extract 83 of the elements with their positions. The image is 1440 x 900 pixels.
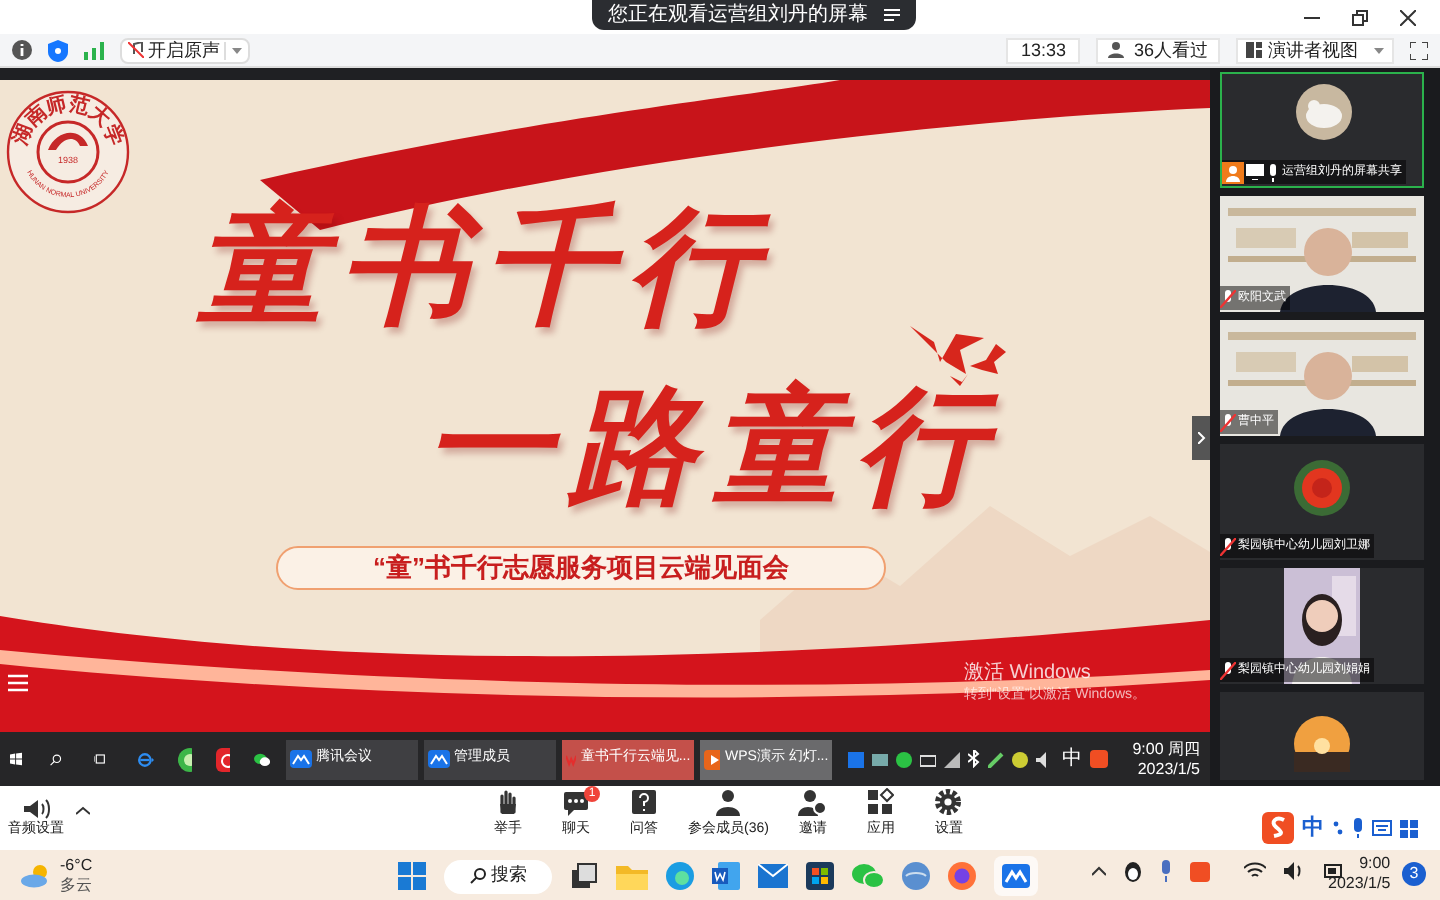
meeting-tray-icon[interactable] [848, 751, 865, 767]
store-icon[interactable] [806, 862, 834, 890]
caret-icon[interactable] [76, 805, 90, 815]
clock-date: 2023/1/5 [1328, 874, 1391, 894]
menu-icon[interactable] [884, 8, 900, 22]
info-icon[interactable] [12, 40, 32, 60]
penguin-icon[interactable] [1124, 860, 1142, 882]
hand-icon [494, 788, 522, 816]
volume-icon[interactable] [1284, 862, 1306, 880]
search-field[interactable]: 搜索 [444, 859, 552, 893]
fullscreen-icon[interactable] [1410, 41, 1428, 59]
caret-icon [1374, 47, 1384, 53]
mail-icon[interactable] [758, 864, 788, 888]
search-icon[interactable] [50, 749, 63, 769]
close-icon[interactable] [1400, 9, 1416, 25]
pen-tray-icon[interactable] [988, 751, 1005, 767]
caret-icon [232, 47, 242, 53]
layout-icon [1246, 42, 1262, 58]
temperature: -6°C [60, 855, 93, 875]
keyboard-icon[interactable] [1372, 820, 1392, 836]
restore-icon[interactable] [1352, 9, 1368, 25]
network-tray-icon[interactable] [944, 751, 961, 767]
task-view-icon[interactable] [94, 750, 107, 768]
chevron-icon [1197, 432, 1205, 444]
grid-icon[interactable] [1400, 819, 1418, 837]
battery-icon[interactable] [1324, 862, 1344, 880]
activation-notice: 激活 Windows [964, 662, 1093, 686]
meeting-app-icon[interactable] [994, 856, 1038, 896]
person-icon [1222, 161, 1244, 183]
input-mode[interactable]: 中 [1302, 811, 1324, 845]
chat-app-icon[interactable] [178, 747, 193, 771]
task-view-icon[interactable] [570, 862, 598, 890]
collapse-handle[interactable] [1192, 416, 1210, 460]
chevron-up-icon[interactable] [1092, 866, 1106, 876]
weather-condition: 多云 [60, 875, 93, 895]
view-mode-button[interactable]: 演讲者视图 [1236, 37, 1394, 63]
windows-start-icon[interactable] [398, 862, 426, 890]
person-icon [714, 788, 743, 816]
viewers-button[interactable]: 36人看过 [1095, 37, 1220, 63]
search-icon [469, 868, 485, 884]
clock-time: 9:00 [1359, 854, 1391, 874]
speaker-icon [22, 798, 50, 820]
sunset-avatar [1294, 716, 1350, 772]
music-app-icon[interactable] [216, 747, 231, 771]
browser-icon[interactable] [138, 747, 155, 771]
slides-icon [704, 749, 721, 769]
sogou-icon[interactable] [1190, 861, 1210, 881]
meeting-timer: 13:33 [1006, 37, 1080, 63]
globe-icon[interactable] [902, 862, 930, 890]
sogou-icon[interactable] [1262, 812, 1294, 844]
notice-text: 您正在观看运营组刘丹的屏幕 [608, 5, 868, 25]
notification-badge[interactable]: 3 [1402, 862, 1426, 886]
meeting-app-icon [428, 750, 451, 768]
wifi-icon[interactable] [1244, 862, 1266, 880]
music-off-icon [128, 42, 144, 58]
flower-avatar [1294, 460, 1350, 516]
input-mode[interactable]: 中 [1062, 744, 1083, 774]
firefox-icon[interactable] [948, 862, 976, 890]
apps-icon [866, 788, 895, 816]
logo-name: 湖南师范大学 [10, 93, 126, 149]
monitor-tray-icon[interactable] [872, 751, 889, 767]
wechat-tray-icon[interactable] [896, 751, 913, 767]
edge-browser-icon[interactable] [666, 862, 694, 890]
microphone-icon[interactable] [1352, 818, 1364, 838]
circle-tray-icon[interactable] [1012, 751, 1029, 767]
word-icon[interactable] [712, 862, 740, 890]
sogou-icon[interactable] [1090, 750, 1109, 768]
punctuation-icon[interactable] [1332, 820, 1344, 836]
clock-date: 2023/1/5 [1137, 759, 1200, 779]
battery-tray-icon[interactable] [920, 751, 937, 767]
screen-share-icon [1246, 164, 1264, 180]
clock-time: 9:00 周四 [1132, 739, 1200, 759]
windows-start-icon[interactable] [10, 748, 23, 770]
video-tile[interactable] [1220, 692, 1424, 780]
meeting-app-icon [290, 750, 313, 768]
bluetooth-icon[interactable] [968, 750, 981, 768]
signal-icon[interactable] [84, 41, 104, 59]
people-icon [1107, 42, 1128, 58]
microphone-icon[interactable] [1160, 860, 1172, 882]
slide-subtitle: “童”书千行志愿服务项目云端见面会 [276, 546, 886, 590]
cloud-sun-icon [20, 863, 52, 887]
original-sound-button[interactable]: 开启原声 [120, 37, 250, 63]
shield-icon[interactable] [48, 39, 68, 61]
